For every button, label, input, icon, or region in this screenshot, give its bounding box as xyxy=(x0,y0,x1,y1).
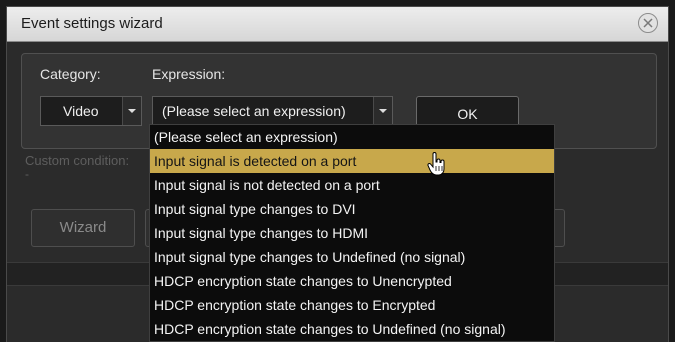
custom-condition-label: Custom condition: xyxy=(25,153,130,168)
dropdown-option-highlighted[interactable]: Input signal is detected on a port xyxy=(150,149,554,173)
dropdown-option[interactable]: (Please select an expression) xyxy=(150,125,554,149)
close-button[interactable] xyxy=(638,13,658,33)
dropdown-option[interactable]: HDCP encryption state changes to Encrypt… xyxy=(150,293,554,317)
chevron-down-icon[interactable] xyxy=(373,97,392,125)
dropdown-option[interactable]: HDCP encryption state changes to Undefin… xyxy=(150,317,554,341)
dropdown-option[interactable]: Input signal is not detected on a port xyxy=(150,173,554,197)
expression-value: (Please select an expression) xyxy=(162,103,346,119)
custom-condition-value: - xyxy=(25,167,29,181)
dropdown-option[interactable]: Input signal type changes to Undefined (… xyxy=(150,245,554,269)
dropdown-option[interactable]: HDCP encryption state changes to Unencry… xyxy=(150,269,554,293)
hand-cursor-icon xyxy=(427,152,445,176)
expression-label: Expression: xyxy=(152,66,226,82)
category-value: Video xyxy=(63,103,99,119)
dropdown-option[interactable]: Input signal type changes to HDMI xyxy=(150,221,554,245)
wizard-button[interactable]: Wizard xyxy=(31,209,135,247)
expression-select[interactable]: (Please select an expression) xyxy=(152,96,393,126)
chevron-down-icon[interactable] xyxy=(122,97,141,125)
category-label: Category: xyxy=(40,66,101,82)
category-select[interactable]: Video xyxy=(40,96,142,126)
expression-dropdown-list: (Please select an expression) Input sign… xyxy=(149,124,555,342)
dropdown-option[interactable]: Input signal type changes to DVI xyxy=(150,197,554,221)
close-icon xyxy=(643,18,653,28)
window-title: Event settings wizard xyxy=(21,15,163,32)
title-bar: Event settings wizard xyxy=(7,7,668,42)
